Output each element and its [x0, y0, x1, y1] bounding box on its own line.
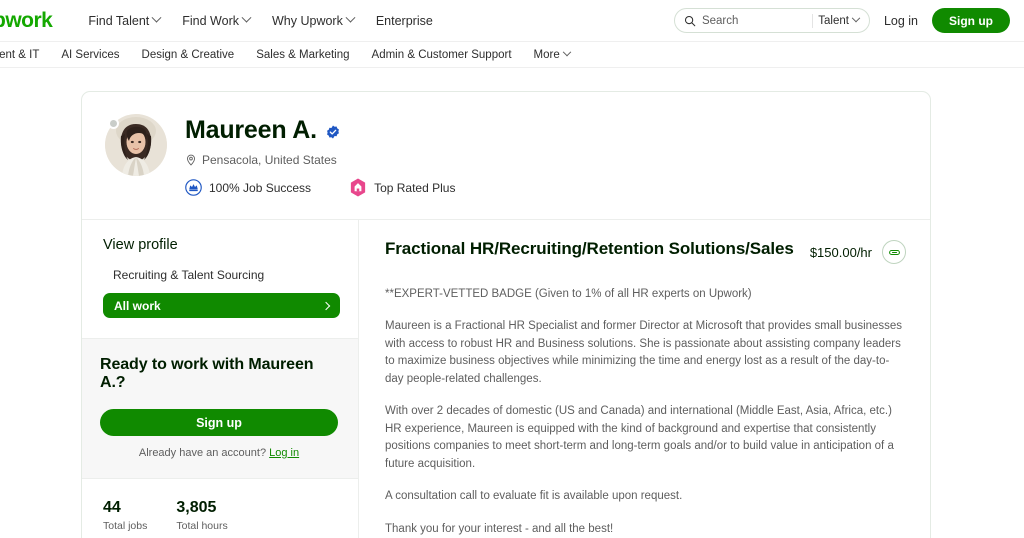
- top-rated-plus-badge[interactable]: Top Rated Plus: [349, 178, 455, 197]
- online-status-indicator: [108, 118, 119, 129]
- cta-signup-button[interactable]: Sign up: [100, 409, 338, 436]
- job-success-icon: [185, 179, 202, 196]
- sidebar-item-all-work[interactable]: All work: [103, 293, 340, 318]
- page-content: Maureen A. Pensacola, United States 100%…: [0, 68, 1024, 538]
- stat-total-hours: 3,805 Total hours: [176, 499, 227, 532]
- location-pin-icon: [187, 154, 195, 166]
- cta-account-prompt: Already have an account?: [138, 447, 267, 459]
- job-success-badge[interactable]: 100% Job Success: [185, 179, 311, 196]
- profile-badges: 100% Job Success Top Rated Plus: [185, 178, 455, 197]
- category-item-development-it[interactable]: velopment & IT: [0, 49, 39, 61]
- stat-value: 3,805: [176, 499, 217, 516]
- nav-label: Find Work: [182, 13, 239, 28]
- avatar-wrapper: [105, 114, 167, 176]
- chevron-down-icon: [151, 12, 162, 23]
- search-input[interactable]: [695, 14, 808, 27]
- sidebar-nav-section: View profile Recruiting & Talent Sourcin…: [82, 220, 358, 338]
- category-item-sales-marketing[interactable]: Sales & Marketing: [256, 49, 349, 61]
- hourly-rate: $150.00/hr: [809, 244, 872, 260]
- profile-location: Pensacola, United States: [202, 153, 337, 167]
- category-item-more[interactable]: More: [533, 47, 571, 61]
- profile-card: Maureen A. Pensacola, United States 100%…: [81, 91, 931, 538]
- chevron-right-icon: [321, 301, 331, 310]
- stat-value: 44: [103, 499, 121, 516]
- sidebar-item-view-profile[interactable]: View profile: [103, 237, 340, 253]
- stat-label: Total hours: [176, 520, 228, 532]
- nav-label: Why Upwork: [272, 13, 343, 28]
- cta-title: Ready to work with Maureen A.?: [100, 356, 314, 391]
- stat-total-jobs: 44 Total jobs: [103, 499, 147, 532]
- job-success-label: 100% Job Success: [209, 180, 312, 195]
- category-item-admin-customer-support[interactable]: Admin & Customer Support: [372, 49, 512, 61]
- location-row: Pensacola, United States: [185, 153, 455, 167]
- job-header: Fractional HR/Recruiting/Retention Solut…: [385, 238, 906, 264]
- category-item-design-creative[interactable]: Design & Creative: [142, 49, 235, 61]
- description-paragraph-expert-vetted: **EXPERT-VETTED BADGE (Given to 1% of al…: [385, 288, 752, 300]
- search-bar[interactable]: Talent: [673, 8, 870, 33]
- nav-label: Find Talent: [88, 13, 150, 28]
- nav-label: Enterprise: [375, 13, 433, 28]
- category-navigation-bar[interactable]: velopment & IT AI Services Design & Crea…: [0, 41, 1024, 68]
- nav-item-why-upwork[interactable]: Why Upwork: [272, 12, 356, 28]
- all-work-label: All work: [114, 298, 161, 313]
- profile-body: View profile Recruiting & Talent Sourcin…: [82, 220, 930, 538]
- verified-badge-icon: [326, 125, 339, 139]
- job-description: **EXPERT-VETTED BADGE (Given to 1% of al…: [385, 286, 906, 538]
- stat-label: Total jobs: [103, 520, 148, 532]
- top-navigation-bar: pwork Find Talent Find Work Why Upwork E…: [0, 0, 1024, 41]
- copy-link-button[interactable]: [882, 240, 906, 264]
- search-icon: [684, 15, 696, 26]
- chevron-down-icon: [562, 47, 571, 56]
- upwork-logo[interactable]: pwork: [0, 9, 53, 33]
- link-chain-icon: [888, 249, 900, 255]
- job-detail-section: Fractional HR/Recruiting/Retention Solut…: [359, 220, 930, 538]
- description-paragraph-closing: Thank you for your interest - and all th…: [385, 522, 614, 535]
- header-signup-button[interactable]: Sign up: [932, 8, 1010, 33]
- profile-header: Maureen A. Pensacola, United States 100%…: [82, 92, 930, 220]
- profile-stats: 44 Total jobs 3,805 Total hours: [82, 479, 358, 532]
- nav-item-find-talent[interactable]: Find Talent: [88, 12, 162, 28]
- header-right-group: Talent Log in Sign up: [673, 0, 1010, 41]
- nav-item-enterprise[interactable]: Enterprise: [376, 14, 433, 28]
- sidebar-item-recruiting-talent-sourcing[interactable]: Recruiting & Talent Sourcing: [103, 268, 340, 282]
- name-row: Maureen A.: [185, 116, 455, 145]
- category-item-ai-services[interactable]: AI Services: [61, 49, 119, 61]
- search-scope-label: Talent: [818, 14, 849, 27]
- cta-login-link[interactable]: Log in: [269, 447, 299, 459]
- top-rated-plus-label: Top Rated Plus: [374, 180, 456, 195]
- signup-cta-card: Ready to work with Maureen A.? Sign up A…: [82, 338, 358, 479]
- description-paragraph-intro: Maureen is a Fractional HR Specialist an…: [385, 320, 903, 385]
- rate-group: $150.00/hr: [810, 238, 906, 264]
- cta-login-prompt: Already have an account? Log in: [100, 447, 338, 459]
- profile-sidebar: View profile Recruiting & Talent Sourcin…: [82, 220, 359, 538]
- search-scope-dropdown[interactable]: Talent: [818, 13, 863, 27]
- chevron-down-icon: [345, 12, 356, 23]
- description-paragraph-consultation: A consultation call to evaluate fit is a…: [385, 490, 683, 503]
- search-divider: [812, 13, 814, 28]
- chevron-down-icon: [851, 13, 861, 22]
- profile-name: Maureen A.: [185, 116, 317, 144]
- header-login-link[interactable]: Log in: [884, 14, 918, 28]
- job-title: Fractional HR/Recruiting/Retention Solut…: [385, 239, 794, 258]
- top-rated-plus-icon: [350, 178, 366, 197]
- nav-item-find-work[interactable]: Find Work: [182, 12, 252, 28]
- description-paragraph-experience: With over 2 decades of domestic (US and …: [385, 405, 894, 470]
- profile-header-info: Maureen A. Pensacola, United States 100%…: [167, 114, 455, 197]
- chevron-down-icon: [241, 12, 252, 23]
- category-label: More: [533, 48, 560, 61]
- primary-nav-links: Find Talent Find Work Why Upwork Enterpr…: [88, 12, 433, 28]
